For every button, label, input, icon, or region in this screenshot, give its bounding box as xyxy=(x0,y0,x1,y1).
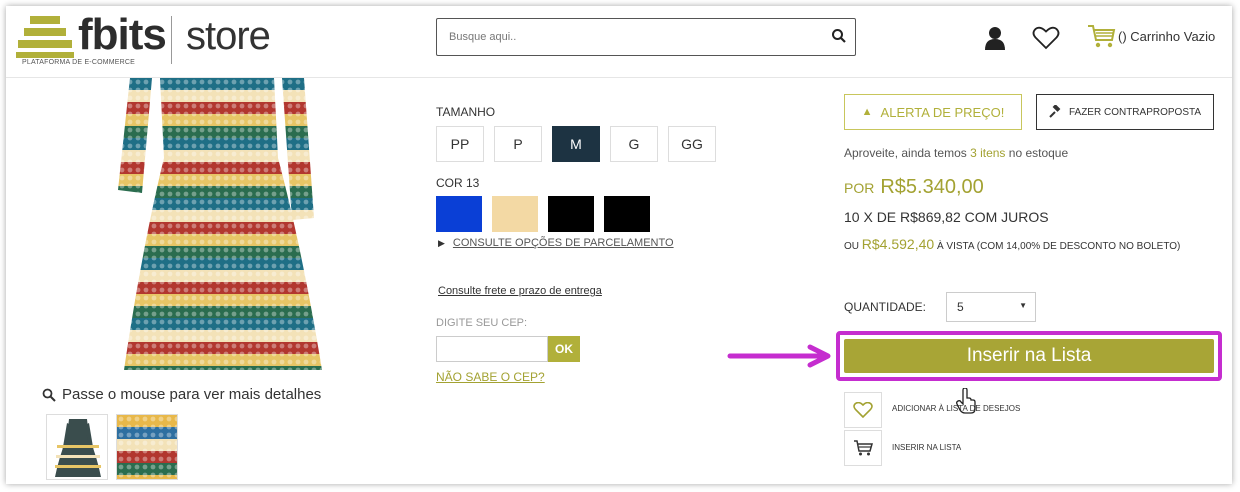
color-label: COR 13 xyxy=(436,176,480,190)
cep-ok-button[interactable]: OK xyxy=(548,336,580,362)
product-thumbnail-dress[interactable] xyxy=(46,414,108,480)
cart-icon xyxy=(854,440,873,456)
installments-text: 10 X DE R$869,82 COM JUROS xyxy=(844,209,1049,225)
counter-offer-button[interactable]: FAZER CONTRAPROPOSTA xyxy=(1036,94,1214,130)
cash-price: R$4.592,40 xyxy=(861,236,935,252)
stock-text-post: no estoque xyxy=(1005,146,1069,160)
color-options xyxy=(436,196,650,232)
dropdown-arrow-icon: ▼ xyxy=(1019,301,1027,310)
user-icon[interactable] xyxy=(984,26,1006,50)
search-box[interactable] xyxy=(436,18,856,56)
cash-prefix: OU xyxy=(844,241,859,252)
stock-text-pre: Aproveite, ainda temos xyxy=(844,146,971,160)
freight-link[interactable]: Consulte frete e prazo de entrega xyxy=(438,285,602,297)
product-thumbnail-fabric[interactable] xyxy=(116,414,178,480)
cash-suffix: À VISTA (COM 14,00% DE DESCONTO NO BOLET… xyxy=(936,241,1181,252)
header: fbits PLATAFORMA DE E-COMMERCE store Bus… xyxy=(6,6,1232,78)
search-input[interactable] xyxy=(449,28,819,46)
logo-wordmark: fbits xyxy=(78,10,167,59)
color-swatch-black-2[interactable] xyxy=(604,196,650,232)
logo-store-text: store xyxy=(186,14,271,58)
size-label: TAMANHO xyxy=(436,105,496,119)
size-options: PP P M G GG xyxy=(436,126,716,162)
wishlist-heart-icon[interactable] xyxy=(1032,26,1060,50)
price-value: R$5.340,00 xyxy=(880,176,984,198)
gavel-icon xyxy=(1049,105,1061,118)
cep-label: DIGITE SEU CEP: xyxy=(436,317,528,329)
price-prefix: POR xyxy=(844,180,875,196)
logo-divider xyxy=(171,16,172,64)
search-icon[interactable] xyxy=(831,28,847,44)
heart-icon xyxy=(853,402,873,418)
cart-label: () Carrinho Vazio xyxy=(1118,28,1216,44)
page-frame: fbits PLATAFORMA DE E-COMMERCE store Bus… xyxy=(6,6,1232,484)
annotation-arrow-icon xyxy=(727,344,831,368)
wishlist-add-button[interactable] xyxy=(844,392,882,428)
size-option-g[interactable]: G xyxy=(610,126,658,162)
cep-input[interactable] xyxy=(436,336,548,362)
logo-tagline: PLATAFORMA DE E-COMMERCE xyxy=(22,59,136,66)
cash-price-text: OU R$4.592,40 À VISTA (COM 14,00% DE DES… xyxy=(844,236,1184,255)
price-alert-button[interactable]: ▲ ALERTA DE PREÇO! xyxy=(844,94,1022,130)
logo[interactable]: fbits PLATAFORMA DE E-COMMERCE store xyxy=(16,10,276,70)
counter-offer-label: FAZER CONTRAPROPOSTA xyxy=(1068,106,1202,118)
warning-icon: ▲ xyxy=(861,106,873,118)
logo-mark-icon xyxy=(16,16,74,60)
size-option-m[interactable]: M xyxy=(552,126,600,162)
product-main-image[interactable] xyxy=(102,78,332,378)
cep-unknown-link[interactable]: NÃO SABE O CEP? xyxy=(436,370,545,384)
cart-icon xyxy=(1088,25,1116,48)
installments-toggle[interactable]: ▶ CONSULTE OPÇÕES DE PARCELAMENTO xyxy=(438,237,674,249)
stock-count: 3 itens xyxy=(970,146,1006,160)
price: POR R$5.340,00 xyxy=(844,176,984,199)
stock-notice: Aproveite, ainda temos 3 itens no estoqu… xyxy=(844,146,1068,160)
wishlist-add-label[interactable]: ADICIONAR À LISTA DE DESEJOS xyxy=(892,404,1020,413)
zoom-hint-text: Passe o mouse para ver mais detalhes xyxy=(62,386,322,403)
color-swatch-beige[interactable] xyxy=(492,196,538,232)
magnifier-icon xyxy=(42,388,56,402)
price-alert-label: ALERTA DE PREÇO! xyxy=(880,104,1005,120)
color-swatch-black[interactable] xyxy=(548,196,594,232)
size-option-p[interactable]: P xyxy=(494,126,542,162)
insert-list-label[interactable]: INSERIR NA LISTA xyxy=(892,443,961,452)
highlight-box: Inserir na Lista xyxy=(836,331,1222,381)
installments-link[interactable]: CONSULTE OPÇÕES DE PARCELAMENTO xyxy=(453,237,674,249)
expand-triangle-icon: ▶ xyxy=(438,237,445,248)
color-swatch-blue[interactable] xyxy=(436,196,482,232)
quantity-select[interactable]: 5 ▼ xyxy=(946,292,1036,322)
quantity-value: 5 xyxy=(957,300,964,314)
quantity-label: QUANTIDADE: xyxy=(844,300,927,314)
size-option-gg[interactable]: GG xyxy=(668,126,716,162)
insert-list-button[interactable]: Inserir na Lista xyxy=(844,339,1214,373)
cart-header-link[interactable]: () Carrinho Vazio xyxy=(1086,22,1215,50)
insert-list-icon-button[interactable] xyxy=(844,430,882,466)
zoom-hint: Passe o mouse para ver mais detalhes xyxy=(42,386,321,403)
size-option-pp[interactable]: PP xyxy=(436,126,484,162)
